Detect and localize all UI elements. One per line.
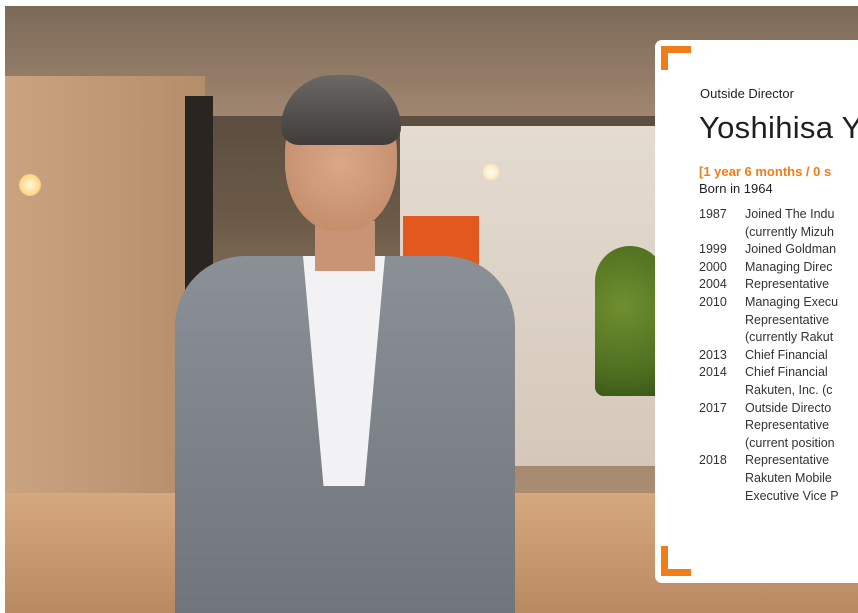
director-name: Yoshihisa Y (699, 110, 858, 145)
career-description: Chief Financial (745, 347, 828, 365)
career-year: 2004 (699, 277, 727, 292)
director-tenure: [1 year 6 months / 0 s (699, 164, 832, 179)
career-description-line: Representative (745, 277, 830, 292)
career-history-item: 2000 Managing Direc (699, 259, 839, 277)
career-description-line: Rakuten, Inc. (c (745, 382, 833, 397)
photo-lamp (19, 174, 41, 196)
career-history-item: 2018 Representative Rakuten Mobile Executiv… (699, 452, 839, 505)
career-description: Representative (745, 276, 829, 294)
career-description: Representative Rakuten Mobile Executive Vi… (745, 452, 839, 505)
director-role: Outside Director (700, 86, 794, 101)
career-history-item: 1999 Joined Goldman (699, 241, 839, 259)
career-history-item: 2017 Outside Directo Representative (curren… (699, 400, 839, 453)
career-history-list: 1987 Joined The Indu (currently Mizuh 1999 J… (699, 206, 839, 505)
director-info-card: Outside Director Yoshihisa Y [1 year 6 m… (655, 40, 858, 583)
career-year: 2017 (699, 400, 727, 415)
career-description-line: Representative (745, 418, 830, 433)
career-description-line: (currently Rakut (745, 330, 834, 345)
career-description-line: Chief Financial (745, 365, 828, 380)
career-year: 1999 (699, 242, 727, 257)
career-description-line: Managing Execu (745, 294, 839, 309)
career-description: Managing Direc (745, 259, 833, 277)
career-description-line: Managing Direc (745, 259, 833, 274)
career-description-line: Joined Goldman (745, 242, 837, 257)
career-description-line: Representative (745, 453, 830, 468)
career-description-line: Outside Directo (745, 400, 832, 415)
career-year: 2018 (699, 453, 727, 468)
corner-bracket-bottom (661, 546, 668, 576)
career-history-item: 2010 Managing Execu Representative (current… (699, 294, 839, 347)
career-year: 2000 (699, 259, 727, 274)
career-year: 2014 (699, 365, 727, 380)
director-figure (175, 75, 515, 613)
corner-bracket-top (661, 46, 668, 70)
career-description: Joined The Indu (currently Mizuh (745, 206, 834, 241)
director-birth-year: Born in 1964 (699, 181, 773, 196)
career-description: Chief Financial Rakuten, Inc. (c (745, 364, 833, 399)
career-description-line: Chief Financial (745, 347, 828, 362)
career-description-line: Representative (745, 312, 830, 327)
career-history-item: 2014 Chief Financial Rakuten, Inc. (c (699, 364, 839, 399)
career-description-line: (current position (745, 435, 835, 450)
career-history-item: 2004 Representative (699, 276, 839, 294)
career-description-line: Joined The Indu (745, 207, 835, 221)
career-history-item: 2013 Chief Financial (699, 347, 839, 365)
career-description-line: Rakuten Mobile (745, 470, 832, 485)
career-description: Outside Directo Representative (current po… (745, 400, 835, 453)
career-year: 2013 (699, 347, 727, 362)
career-description-line: (currently Mizuh (745, 224, 834, 239)
career-year: 2010 (699, 294, 727, 309)
career-year: 1987 (699, 207, 727, 221)
career-description: Managing Execu Representative (currently R… (745, 294, 838, 347)
career-history-item: 1987 Joined The Indu (currently Mizuh (699, 206, 839, 241)
career-description: Joined Goldman (745, 241, 836, 259)
person-hair (281, 75, 401, 145)
career-description-line: Executive Vice P (745, 488, 839, 503)
